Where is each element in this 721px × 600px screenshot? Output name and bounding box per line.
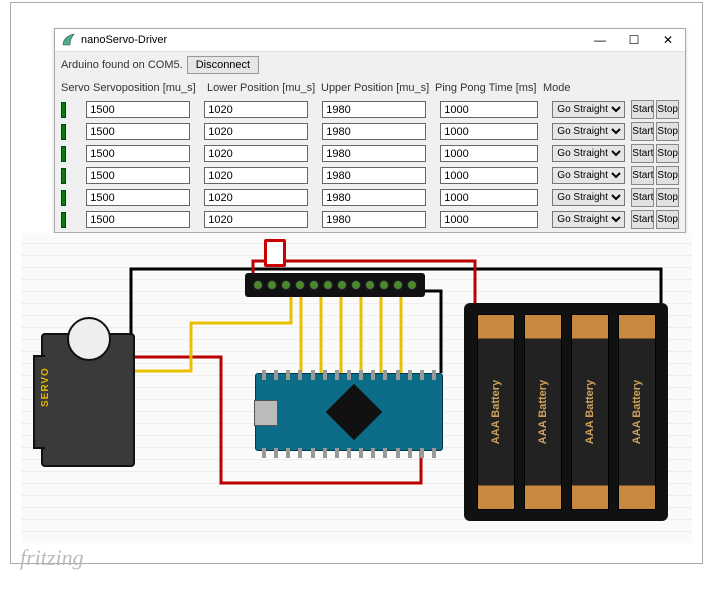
pingpong-time-input[interactable] bbox=[440, 211, 538, 228]
pingpong-time-input[interactable] bbox=[440, 123, 538, 140]
mode-select[interactable]: Go Straight bbox=[552, 101, 625, 118]
header-strip bbox=[245, 273, 425, 297]
servoposition-input[interactable] bbox=[86, 145, 190, 162]
lower-position-input[interactable] bbox=[204, 123, 308, 140]
stop-button[interactable]: Stop bbox=[656, 210, 679, 229]
servo-row: Go Straight StartStop bbox=[55, 100, 685, 122]
window-title: nanoServo-Driver bbox=[81, 34, 583, 46]
fritzing-watermark: fritzing bbox=[20, 545, 84, 571]
header-pos: Servoposition [mu_s] bbox=[93, 82, 207, 94]
start-button[interactable]: Start bbox=[631, 100, 654, 119]
servo-horn bbox=[67, 317, 111, 361]
servo-label: SERVO bbox=[40, 367, 51, 407]
mode-select[interactable]: Go Straight bbox=[552, 123, 625, 140]
upper-position-input[interactable] bbox=[322, 167, 426, 184]
app-icon bbox=[61, 33, 75, 47]
servo-rows: Go StraightStartStopGo StraightStartStop… bbox=[55, 100, 685, 232]
upper-position-input[interactable] bbox=[322, 145, 426, 162]
battery-cell: AAA Battery bbox=[618, 314, 656, 510]
status-text: Arduino found on COM5. bbox=[61, 59, 183, 71]
usb-port bbox=[254, 400, 278, 426]
battery-cell: AAA Battery bbox=[524, 314, 562, 510]
start-button[interactable]: Start bbox=[631, 144, 654, 163]
upper-position-input[interactable] bbox=[322, 211, 426, 228]
start-button[interactable]: Start bbox=[631, 188, 654, 207]
header-up: Upper Position [mu_s] bbox=[321, 82, 435, 94]
pingpong-time-input[interactable] bbox=[440, 167, 538, 184]
jumper-block bbox=[264, 239, 286, 267]
stop-button[interactable]: Stop bbox=[656, 122, 679, 141]
start-button[interactable]: Start bbox=[631, 122, 654, 141]
stop-button[interactable]: Stop bbox=[656, 188, 679, 207]
servo-led bbox=[61, 212, 66, 228]
disconnect-button[interactable]: Disconnect bbox=[187, 56, 259, 74]
servo-row: Go Straight StartStop bbox=[55, 166, 685, 188]
header-ping: Ping Pong Time [ms] bbox=[435, 82, 543, 94]
lower-position-input[interactable] bbox=[204, 211, 308, 228]
close-button[interactable]: ✕ bbox=[651, 29, 685, 51]
servoposition-input[interactable] bbox=[86, 101, 190, 118]
header-mode: Mode bbox=[543, 82, 623, 94]
lower-position-input[interactable] bbox=[204, 167, 308, 184]
servo-row: Go Straight StartStop bbox=[55, 210, 685, 232]
mode-select[interactable]: Go Straight bbox=[552, 167, 625, 184]
servo-led bbox=[61, 124, 66, 140]
servo-led bbox=[61, 190, 66, 206]
pingpong-time-input[interactable] bbox=[440, 101, 538, 118]
pingpong-time-input[interactable] bbox=[440, 145, 538, 162]
lower-position-input[interactable] bbox=[204, 101, 308, 118]
pingpong-time-input[interactable] bbox=[440, 189, 538, 206]
upper-position-input[interactable] bbox=[322, 101, 426, 118]
header-low: Lower Position [mu_s] bbox=[207, 82, 321, 94]
servoposition-input[interactable] bbox=[86, 189, 190, 206]
servo-row: Go Straight StartStop bbox=[55, 144, 685, 166]
mode-select[interactable]: Go Straight bbox=[552, 145, 625, 162]
upper-position-input[interactable] bbox=[322, 189, 426, 206]
servoposition-input[interactable] bbox=[86, 167, 190, 184]
mcu-chip bbox=[326, 384, 383, 441]
servo-motor: SERVO bbox=[41, 333, 135, 467]
servoposition-input[interactable] bbox=[86, 123, 190, 140]
stop-button[interactable]: Stop bbox=[656, 166, 679, 185]
servo-led bbox=[61, 168, 66, 184]
servo-row: Go Straight StartStop bbox=[55, 188, 685, 210]
servo-row: Go Straight StartStop bbox=[55, 122, 685, 144]
servo-led bbox=[61, 146, 66, 162]
column-headers: Servo Servoposition [mu_s] Lower Positio… bbox=[55, 78, 685, 100]
maximize-button[interactable]: ☐ bbox=[617, 29, 651, 51]
app-frame: nanoServo-Driver — ☐ ✕ Arduino found on … bbox=[10, 2, 703, 564]
arduino-nano bbox=[255, 373, 443, 451]
titlebar: nanoServo-Driver — ☐ ✕ bbox=[55, 29, 685, 52]
mode-select[interactable]: Go Straight bbox=[552, 211, 625, 228]
battery-holder: AAA Battery AAA Battery AAA Battery AAA … bbox=[464, 303, 668, 521]
servo-led bbox=[61, 102, 66, 118]
lower-position-input[interactable] bbox=[204, 145, 308, 162]
driver-window: nanoServo-Driver — ☐ ✕ Arduino found on … bbox=[54, 28, 686, 233]
servoposition-input[interactable] bbox=[86, 211, 190, 228]
upper-position-input[interactable] bbox=[322, 123, 426, 140]
lower-position-input[interactable] bbox=[204, 189, 308, 206]
start-button[interactable]: Start bbox=[631, 210, 654, 229]
circuit-diagram: SERVO AAA Battery AAA Battery AAA Batter… bbox=[21, 233, 692, 543]
start-button[interactable]: Start bbox=[631, 166, 654, 185]
stop-button[interactable]: Stop bbox=[656, 144, 679, 163]
mode-select[interactable]: Go Straight bbox=[552, 189, 625, 206]
stop-button[interactable]: Stop bbox=[656, 100, 679, 119]
battery-cell: AAA Battery bbox=[571, 314, 609, 510]
status-row: Arduino found on COM5. Disconnect bbox=[55, 52, 685, 78]
battery-cell: AAA Battery bbox=[477, 314, 515, 510]
minimize-button[interactable]: — bbox=[583, 29, 617, 51]
header-servo: Servo bbox=[61, 82, 93, 94]
